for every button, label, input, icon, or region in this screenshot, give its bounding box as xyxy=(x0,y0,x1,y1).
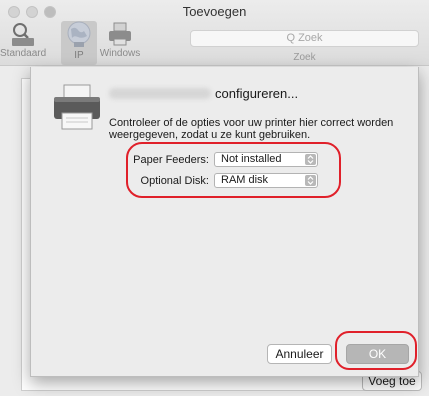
window-toolbar: Toevoegen Standaard IP Windows Q Zoek Zo… xyxy=(0,0,429,66)
toolbar-standaard-button[interactable]: Standaard xyxy=(0,21,46,65)
chevron-updown-icon xyxy=(305,154,316,165)
toolbar-windows-button[interactable]: Windows xyxy=(98,21,142,65)
printer-icon xyxy=(54,84,100,130)
toolbar-label: Standaard xyxy=(0,48,47,59)
printer-name-redacted xyxy=(109,88,211,99)
optional-disk-select[interactable]: RAM disk xyxy=(214,173,318,188)
search-caption: Zoek xyxy=(293,52,316,63)
paper-feeders-select[interactable]: Not installed xyxy=(214,152,318,167)
paper-feeders-label: Paper Feeders: xyxy=(133,154,209,166)
ok-button[interactable]: OK xyxy=(346,344,409,364)
toolbar-label: Windows xyxy=(99,48,141,59)
search-input[interactable]: Q Zoek xyxy=(190,30,419,47)
toolbar-label: IP xyxy=(74,50,84,61)
printer-icon xyxy=(109,22,131,46)
chevron-updown-icon xyxy=(305,175,316,186)
sheet-description: Controleer of de opties voor uw printer … xyxy=(109,117,394,141)
globe-icon xyxy=(67,21,91,47)
window-title: Toevoegen xyxy=(182,4,247,19)
optional-disk-value: RAM disk xyxy=(221,174,269,186)
sheet-title: configureren... xyxy=(215,86,299,101)
optional-disk-label: Optional Disk: xyxy=(140,175,209,187)
toolbar-ip-button[interactable]: IP xyxy=(61,21,97,65)
configure-sheet: configureren... Controleer of de opties … xyxy=(30,67,419,377)
printer-search-icon xyxy=(12,23,34,46)
cancel-button[interactable]: Annuleer xyxy=(267,344,332,364)
paper-feeders-value: Not installed xyxy=(221,153,282,165)
